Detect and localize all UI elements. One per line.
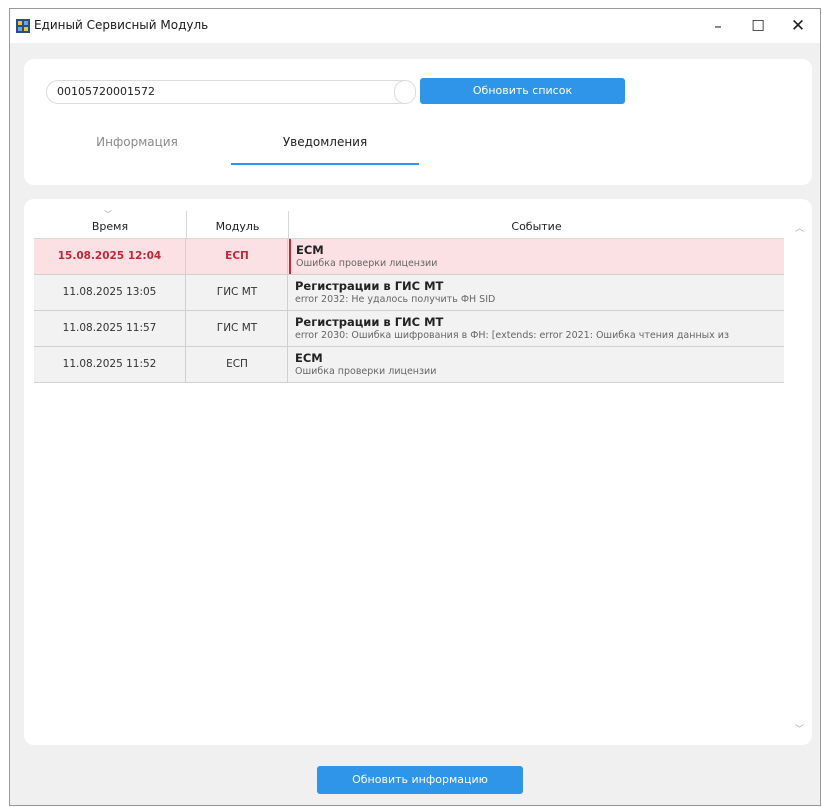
notifications-table: ﹀ Время Модуль Событие 15.08.2025 12:04 …: [34, 210, 784, 383]
refresh-info-button[interactable]: Обновить информацию: [317, 766, 523, 794]
column-header-time-label: Время: [91, 220, 129, 233]
row-module: ГИС МТ: [187, 275, 288, 310]
tab-information[interactable]: Информация: [52, 129, 222, 169]
app-window: Единый Сервисный Модуль – ☐ ✕ 0010572000…: [9, 8, 821, 806]
notifications-panel: ﹀ Время Модуль Событие 15.08.2025 12:04 …: [24, 199, 812, 745]
maximize-button[interactable]: ☐: [740, 11, 776, 41]
close-button[interactable]: ✕: [780, 11, 816, 41]
minimize-button[interactable]: –: [700, 11, 736, 41]
row-module: ГИС МТ: [187, 311, 288, 346]
refresh-list-button[interactable]: Обновить список: [420, 78, 625, 104]
row-time: 11.08.2025 11:57: [34, 311, 186, 346]
row-event: ЕСМ Ошибка проверки лицензии: [289, 347, 784, 382]
table-header: ﹀ Время Модуль Событие: [34, 210, 784, 239]
row-event: Регистрации в ГИС МТ error 2030: Ошибка …: [289, 311, 784, 346]
sort-chevron-icon: ﹀: [104, 210, 112, 219]
search-toggle-knob[interactable]: [394, 80, 416, 104]
scroll-down-icon[interactable]: ﹀: [795, 722, 804, 735]
event-description: error 2030: Ошибка шифрования в ФН: [ext…: [295, 330, 730, 341]
event-title: ЕСМ: [296, 243, 324, 257]
row-time: 11.08.2025 13:05: [34, 275, 186, 310]
column-header-event[interactable]: Событие: [289, 211, 784, 238]
title-bar: Единый Сервисный Модуль – ☐ ✕: [10, 9, 820, 43]
table-row[interactable]: 11.08.2025 11:57 ГИС МТ Регистрации в ГИ…: [34, 311, 784, 347]
table-row[interactable]: 11.08.2025 11:52 ЕСП ЕСМ Ошибка проверки…: [34, 347, 784, 383]
top-panel: 00105720001572 Обновить список Информаци…: [24, 59, 812, 185]
row-module: ЕСП: [187, 239, 288, 274]
app-logo-icon: [16, 19, 30, 33]
active-tab-indicator: [231, 163, 419, 165]
event-description: Ошибка проверки лицензии: [296, 258, 438, 269]
device-number-value: 00105720001572: [57, 85, 155, 98]
row-time: 11.08.2025 11:52: [34, 347, 186, 382]
column-header-time[interactable]: ﹀ Время: [34, 210, 187, 238]
scroll-up-icon[interactable]: ︿: [795, 221, 804, 234]
event-description: Ошибка проверки лицензии: [295, 366, 437, 377]
event-description: error 2032: Не удалось получить ФН SID: [295, 294, 496, 305]
event-title: Регистрации в ГИС МТ: [295, 315, 444, 329]
window-title: Единый Сервисный Модуль: [34, 18, 209, 32]
row-event: Регистрации в ГИС МТ error 2032: Не удал…: [289, 275, 784, 310]
row-time: 15.08.2025 12:04: [34, 239, 186, 274]
row-module: ЕСП: [187, 347, 288, 382]
event-title: ЕСМ: [295, 351, 323, 365]
table-row[interactable]: 11.08.2025 13:05 ГИС МТ Регистрации в ГИ…: [34, 275, 784, 311]
column-header-module[interactable]: Модуль: [187, 211, 289, 238]
table-row[interactable]: 15.08.2025 12:04 ЕСП ЕСМ Ошибка проверки…: [34, 239, 784, 275]
row-event: ЕСМ Ошибка проверки лицензии: [289, 239, 784, 274]
device-number-input[interactable]: 00105720001572: [46, 80, 416, 104]
event-title: Регистрации в ГИС МТ: [295, 279, 444, 293]
